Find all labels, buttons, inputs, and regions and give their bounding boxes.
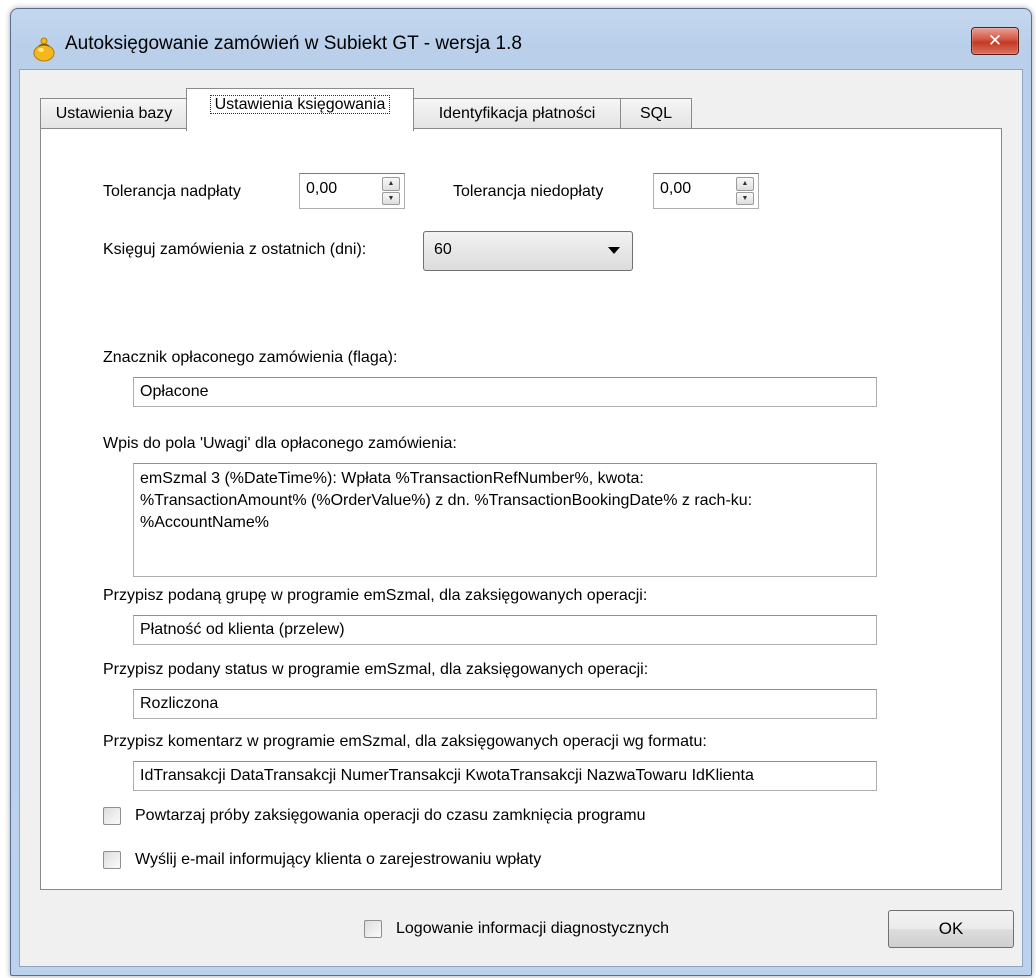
email-label: Wyślij e-mail informujący klienta o zare… — [135, 851, 542, 868]
diagnostic-logging-row[interactable]: Logowanie informacji diagnostycznych — [364, 918, 669, 940]
app-bag-icon — [33, 37, 55, 62]
overpay-spinner[interactable]: 0,00 ▲ ▼ — [299, 173, 405, 209]
overpay-label: Tolerancja nadpłaty — [103, 183, 241, 200]
dropdown-caret-icon — [608, 247, 620, 254]
email-checkbox[interactable] — [103, 851, 121, 869]
dialog-client-area: Ustawienia bazy Ustawienia księgowania I… — [19, 69, 1023, 967]
titlebar[interactable]: Autoksięgowanie zamówień w Subiekt GT - … — [11, 9, 1031, 69]
status-input[interactable]: Rozliczona — [133, 689, 877, 719]
comment-label: Przypisz komentarz w programie emSzmal, … — [103, 733, 707, 750]
overpay-value: 0,00 — [306, 180, 338, 197]
window-title: Autoksięgowanie zamówień w Subiekt GT - … — [65, 33, 522, 54]
group-input[interactable]: Płatność od klienta (przelew) — [133, 615, 877, 645]
tab-panel-ustawienia-ksiegowania: Tolerancja nadpłaty 0,00 ▲ ▼ Tolerancja … — [40, 128, 1002, 890]
notes-value: emSzmal 3 (%DateTime%): Wpłata %Transact… — [140, 470, 753, 531]
status-label: Przypisz podany status w programie emSzm… — [103, 661, 649, 678]
flag-label: Znacznik opłaconego zamówienia (flaga): — [103, 349, 398, 366]
tab-ustawienia-ksiegowania[interactable]: Ustawienia księgowania — [186, 88, 414, 131]
diagnostic-logging-checkbox[interactable] — [364, 920, 382, 938]
dialog-window: Autoksięgowanie zamówień w Subiekt GT - … — [10, 8, 1032, 976]
underpay-spinner[interactable]: 0,00 ▲ ▼ — [653, 173, 759, 209]
spin-up-icon[interactable]: ▲ — [382, 177, 400, 191]
tab-label: Ustawienia księgowania — [209, 95, 391, 114]
ok-label: OK — [938, 919, 964, 938]
group-label: Przypisz podaną grupę w programie emSzma… — [103, 587, 648, 604]
flag-value: Opłacone — [140, 383, 209, 400]
tab-ustawienia-bazy[interactable]: Ustawienia bazy — [40, 98, 188, 129]
status-value: Rozliczona — [140, 695, 219, 712]
retry-checkbox-row[interactable]: Powtarzaj próby zaksięgowania operacji d… — [103, 805, 645, 827]
close-icon: ✕ — [987, 31, 1003, 50]
group-value: Płatność od klienta (przelew) — [140, 621, 345, 638]
overpay-spin-arrows: ▲ ▼ — [382, 177, 400, 205]
tab-label: Identyfikacja płatności — [438, 105, 596, 122]
flag-input[interactable]: Opłacone — [133, 377, 877, 407]
email-checkbox-row[interactable]: Wyślij e-mail informujący klienta o zare… — [103, 849, 541, 871]
notes-label: Wpis do pola 'Uwagi' dla opłaconego zamó… — [103, 435, 457, 452]
spin-down-icon[interactable]: ▼ — [382, 191, 400, 205]
days-label: Księguj zamówienia z ostatnich (dni): — [103, 241, 367, 258]
ok-button[interactable]: OK — [888, 910, 1014, 948]
tab-identyfikacja-platnosci[interactable]: Identyfikacja płatności — [412, 98, 622, 129]
days-dropdown[interactable]: 60 — [423, 231, 633, 271]
close-button[interactable]: ✕ — [971, 27, 1019, 55]
notes-textarea[interactable]: emSzmal 3 (%DateTime%): Wpłata %Transact… — [133, 463, 877, 577]
tab-sql[interactable]: SQL — [620, 98, 692, 129]
tab-label: Ustawienia bazy — [55, 105, 173, 122]
days-value: 60 — [434, 241, 452, 258]
diagnostic-logging-label: Logowanie informacji diagnostycznych — [396, 920, 670, 937]
retry-label: Powtarzaj próby zaksięgowania operacji d… — [135, 807, 646, 824]
spin-down-icon[interactable]: ▼ — [736, 191, 754, 205]
retry-checkbox[interactable] — [103, 807, 121, 825]
underpay-value: 0,00 — [660, 180, 692, 197]
underpay-label: Tolerancja niedopłaty — [453, 183, 604, 200]
spin-up-icon[interactable]: ▲ — [736, 177, 754, 191]
underpay-spin-arrows: ▲ ▼ — [736, 177, 754, 205]
comment-format-input[interactable]: IdTransakcji DataTransakcji NumerTransak… — [133, 761, 877, 791]
comment-format-value: IdTransakcji DataTransakcji NumerTransak… — [140, 767, 754, 784]
tab-label: SQL — [639, 105, 672, 122]
